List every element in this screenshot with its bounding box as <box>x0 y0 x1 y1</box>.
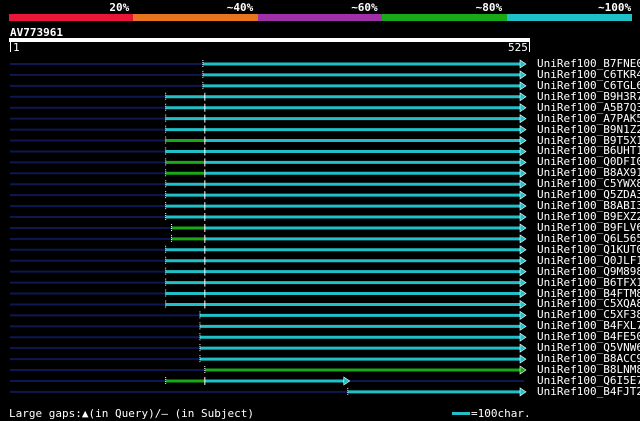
hit-end-arrow <box>343 376 351 386</box>
hit-end-arrow <box>519 310 527 320</box>
hit-end-arrow <box>519 190 527 200</box>
hit-end-arrow <box>519 125 527 135</box>
hit-row[interactable] <box>10 365 527 375</box>
hit-end-arrow <box>519 135 527 146</box>
gap-legend: Large gaps:▲(in Query)/— (in Subject) <box>9 407 255 420</box>
hit-row[interactable] <box>10 146 527 157</box>
hit-end-arrow <box>519 179 527 189</box>
hit-row[interactable] <box>10 179 527 189</box>
hit-end-arrow <box>519 146 527 157</box>
hit-row[interactable] <box>10 114 527 124</box>
hit-end-arrow <box>519 299 527 310</box>
hit-row[interactable] <box>10 81 527 91</box>
hit-end-arrow <box>519 70 527 80</box>
hit-row[interactable] <box>10 299 527 310</box>
hit-end-arrow <box>519 103 527 113</box>
hit-row[interactable] <box>10 135 527 146</box>
hit-name[interactable]: UniRef100_B6TFX1 <box>537 277 640 288</box>
hit-row[interactable] <box>10 278 527 288</box>
hit-name[interactable]: UniRef100_B9N1Z2 <box>537 124 640 135</box>
hit-name[interactable]: UniRef100_B4FJT2 <box>537 386 640 397</box>
hit-end-arrow <box>519 168 527 178</box>
hit-row[interactable] <box>10 376 524 386</box>
hit-end-arrow <box>519 387 527 397</box>
hit-row[interactable] <box>10 343 527 353</box>
hit-end-arrow <box>519 256 527 266</box>
hit-end-arrow <box>519 114 527 124</box>
hit-end-arrow <box>519 343 527 353</box>
hit-end-arrow <box>519 321 527 331</box>
scale-label: =100char. <box>471 407 531 420</box>
hit-end-arrow <box>519 223 527 233</box>
hit-row[interactable] <box>10 157 527 167</box>
hit-end-arrow <box>519 288 527 299</box>
hit-row[interactable] <box>10 321 527 331</box>
hit-row[interactable] <box>10 245 527 255</box>
hit-name[interactable]: UniRef100_A7PAK5 <box>537 113 640 124</box>
hit-end-arrow <box>519 92 527 102</box>
hit-end-arrow <box>519 157 527 167</box>
hit-row[interactable] <box>10 168 527 178</box>
hit-end-arrow <box>519 365 527 375</box>
hit-row[interactable] <box>10 387 527 397</box>
hit-end-arrow <box>519 267 527 277</box>
hit-name[interactable]: UniRef100_Q9M898 <box>537 266 640 277</box>
hit-row[interactable] <box>10 92 527 102</box>
hit-row[interactable] <box>10 332 527 342</box>
hit-end-arrow <box>519 332 527 342</box>
hit-row[interactable] <box>10 288 527 299</box>
hit-row[interactable] <box>10 125 527 135</box>
hit-end-arrow <box>519 201 527 211</box>
hit-row[interactable] <box>10 212 527 222</box>
hit-end-arrow <box>519 354 527 364</box>
hit-end-arrow <box>519 278 527 288</box>
hit-end-arrow <box>519 245 527 255</box>
hit-row[interactable] <box>10 201 527 211</box>
hit-row[interactable] <box>10 59 527 69</box>
hit-row[interactable] <box>10 234 527 244</box>
scale-line <box>452 412 470 415</box>
hit-row[interactable] <box>10 190 527 200</box>
hit-row[interactable] <box>10 310 527 320</box>
hit-row[interactable] <box>10 223 527 233</box>
hit-end-arrow <box>519 212 527 222</box>
hit-row[interactable] <box>10 256 527 266</box>
hit-row[interactable] <box>10 70 527 80</box>
hit-row[interactable] <box>10 267 527 277</box>
hit-end-arrow <box>519 81 527 91</box>
hit-end-arrow <box>519 59 527 69</box>
hit-row[interactable] <box>10 354 527 364</box>
hit-end-arrow <box>519 234 527 244</box>
hit-row[interactable] <box>10 103 527 113</box>
